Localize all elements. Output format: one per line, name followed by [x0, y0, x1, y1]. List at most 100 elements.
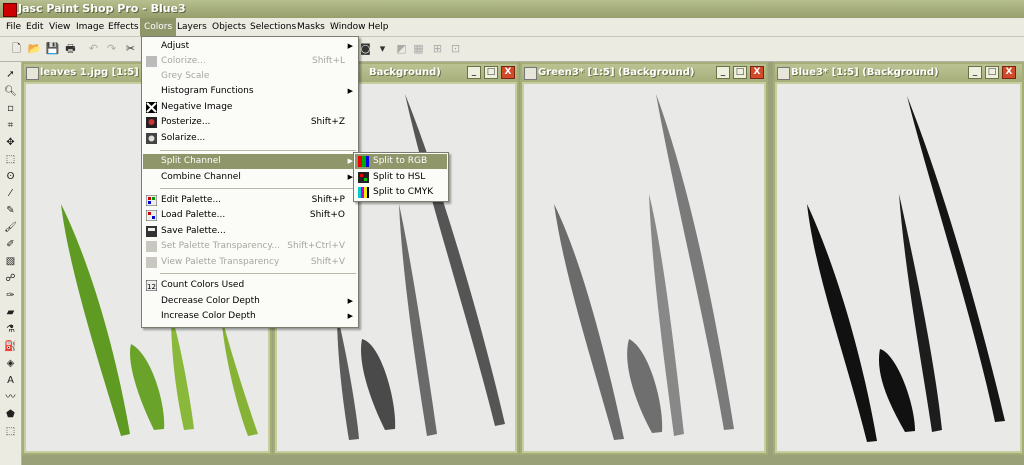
menu-item-adjust[interactable]: Adjust ▶	[143, 39, 357, 54]
maximize-button[interactable]: □	[985, 66, 999, 79]
menu-item-histogram-functions[interactable]: Histogram Functions ▶	[143, 84, 357, 99]
menu-layers[interactable]: Layers	[173, 18, 211, 36]
menu-image[interactable]: Image	[72, 18, 108, 36]
menu-separator	[160, 188, 356, 189]
menu-item-view-palette-transparency[interactable]: View Palette Transparency Shift+V	[143, 255, 357, 270]
mover-tool-icon[interactable]: ✥	[3, 136, 18, 150]
close-button[interactable]: X	[750, 66, 764, 79]
menu-effects[interactable]: Effects	[104, 18, 143, 36]
menu-item-negative-image[interactable]: Negative Image	[143, 100, 357, 115]
app-title: Jasc Paint Shop Pro - Blue3	[18, 2, 186, 15]
menu-item-posterize[interactable]: Posterize... Shift+Z	[143, 115, 357, 130]
deform-tool-icon[interactable]: ▫	[3, 102, 18, 116]
text-tool-icon[interactable]: A	[3, 374, 18, 388]
menu-item-grey-scale[interactable]: Grey Scale	[143, 69, 357, 84]
save-icon[interactable]: 💾	[45, 41, 60, 56]
menu-item-label: Edit Palette...	[161, 195, 222, 205]
browse-icon[interactable]: ◩	[394, 41, 409, 56]
undo-icon[interactable]: ↶	[86, 41, 101, 56]
camera-icon[interactable]: ◙	[358, 41, 373, 56]
close-button[interactable]: X	[501, 66, 515, 79]
window-title: Blue3* [1:5] (Background)	[791, 67, 939, 78]
airbrush-icon[interactable]: ⛽	[3, 340, 18, 354]
menu-item-increase-color-depth[interactable]: Increase Color Depth ▶	[143, 309, 357, 324]
maximize-button[interactable]: □	[484, 66, 498, 79]
zoom-tool-icon[interactable]: 🔍︎	[3, 85, 18, 99]
colorize-icon	[146, 56, 157, 67]
menu-view[interactable]: View	[45, 18, 74, 36]
clone-brush-icon[interactable]: ✐	[3, 238, 18, 252]
eraser-tool-icon[interactable]: ▰	[3, 306, 18, 320]
dropper-tool-icon[interactable]: ✎	[3, 204, 18, 218]
menu-masks[interactable]: Masks	[293, 18, 329, 36]
menu-item-label: Histogram Functions	[161, 86, 254, 96]
menu-item-split-to-cmyk[interactable]: Split to CMYK	[355, 185, 447, 200]
new-file-icon[interactable]: 🗋	[9, 41, 24, 56]
close-button[interactable]: X	[1002, 66, 1016, 79]
picture-tube-icon[interactable]: ⚗	[3, 323, 18, 337]
menu-window[interactable]: Window	[326, 18, 370, 36]
arrow-tool-icon[interactable]: ➚	[3, 68, 18, 82]
submenu-arrow-icon: ▶	[347, 87, 353, 95]
paint-brush-icon[interactable]: 🖌︎	[3, 221, 18, 235]
load-palette-icon	[146, 210, 157, 221]
menu-item-solarize[interactable]: Solarize...	[143, 131, 357, 146]
image-doc-icon	[524, 67, 537, 80]
minimize-button[interactable]: _	[968, 66, 982, 79]
menu-item-split-to-rgb[interactable]: Split to RGB	[355, 154, 447, 169]
menu-item-label: Split to HSL	[373, 172, 426, 182]
preset-shapes-icon[interactable]: ⬟	[3, 408, 18, 422]
redo-icon[interactable]: ↷	[104, 41, 119, 56]
scratch-remover-icon[interactable]: ✑	[3, 289, 18, 303]
image-window-green3: Green3* [1:5] (Background) _ □ X	[520, 62, 768, 455]
menu-item-split-to-hsl[interactable]: Split to HSL	[355, 170, 447, 185]
menu-item-label: Colorize...	[161, 56, 206, 66]
menu-colors[interactable]: Colors	[140, 18, 177, 36]
menu-item-decrease-color-depth[interactable]: Decrease Color Depth ▶	[143, 294, 357, 309]
image-canvas[interactable]	[777, 84, 1020, 451]
window-title: Background)	[369, 67, 441, 78]
minimize-button[interactable]: _	[716, 66, 730, 79]
image-canvas[interactable]	[524, 84, 764, 451]
draw-tool-icon[interactable]: 〰	[3, 391, 18, 405]
cut-icon[interactable]: ✂	[123, 41, 138, 56]
app-icon	[3, 3, 17, 17]
grid-icon[interactable]: ▦	[411, 41, 426, 56]
lasso-tool-icon[interactable]: ʘ	[3, 170, 18, 184]
menu-edit[interactable]: Edit	[22, 18, 47, 36]
menu-item-edit-palette[interactable]: Edit Palette... Shift+P	[143, 193, 357, 208]
menu-item-colorize[interactable]: Colorize... Shift+L	[143, 54, 357, 69]
dropdown-arrow-icon[interactable]: ▾	[375, 41, 390, 56]
retouch-tool-icon[interactable]: ☍	[3, 272, 18, 286]
menu-separator	[160, 273, 356, 274]
menu-objects[interactable]: Objects	[208, 18, 250, 36]
selection-tool-icon[interactable]: ⬚	[3, 153, 18, 167]
window-title-bar[interactable]: Blue3* [1:5] (Background) _ □ X	[775, 64, 1022, 82]
minimize-button[interactable]: _	[467, 66, 481, 79]
menu-item-set-palette-transparency[interactable]: Set Palette Transparency... Shift+Ctrl+V	[143, 239, 357, 254]
fit-icon[interactable]: ⊞	[430, 41, 445, 56]
fullscreen-icon[interactable]: ⊡	[448, 41, 463, 56]
menu-item-label: View Palette Transparency	[161, 257, 280, 267]
vector-tool-icon[interactable]: ⬚	[3, 425, 18, 439]
menu-item-label: Save Palette...	[161, 226, 226, 236]
menu-item-shortcut: Shift+Ctrl+V	[287, 241, 345, 251]
submenu-arrow-icon: ▶	[347, 312, 353, 320]
menu-item-split-channel[interactable]: Split Channel ▶	[143, 154, 357, 169]
menu-item-load-palette[interactable]: Load Palette... Shift+O	[143, 208, 357, 223]
menu-item-shortcut: Shift+P	[311, 195, 345, 205]
maximize-button[interactable]: □	[733, 66, 747, 79]
menu-item-label: Increase Color Depth	[161, 311, 256, 321]
menu-help[interactable]: Help	[364, 18, 393, 36]
menu-item-combine-channel[interactable]: Combine Channel ▶	[143, 170, 357, 185]
magic-wand-icon[interactable]: ⁄	[3, 187, 18, 201]
open-file-icon[interactable]: 📂	[27, 41, 42, 56]
flood-fill-icon[interactable]: ◈	[3, 357, 18, 371]
print-icon[interactable]: 🖶	[63, 41, 78, 56]
menu-item-save-palette[interactable]: Save Palette...	[143, 224, 357, 239]
menu-item-count-colors-used[interactable]: 123 Count Colors Used	[143, 278, 357, 293]
window-title-bar[interactable]: Green3* [1:5] (Background) _ □ X	[522, 64, 766, 82]
menu-item-label: Combine Channel	[161, 172, 241, 182]
crop-tool-icon[interactable]: ⌗	[3, 119, 18, 133]
color-replacer-icon[interactable]: ▧	[3, 255, 18, 269]
